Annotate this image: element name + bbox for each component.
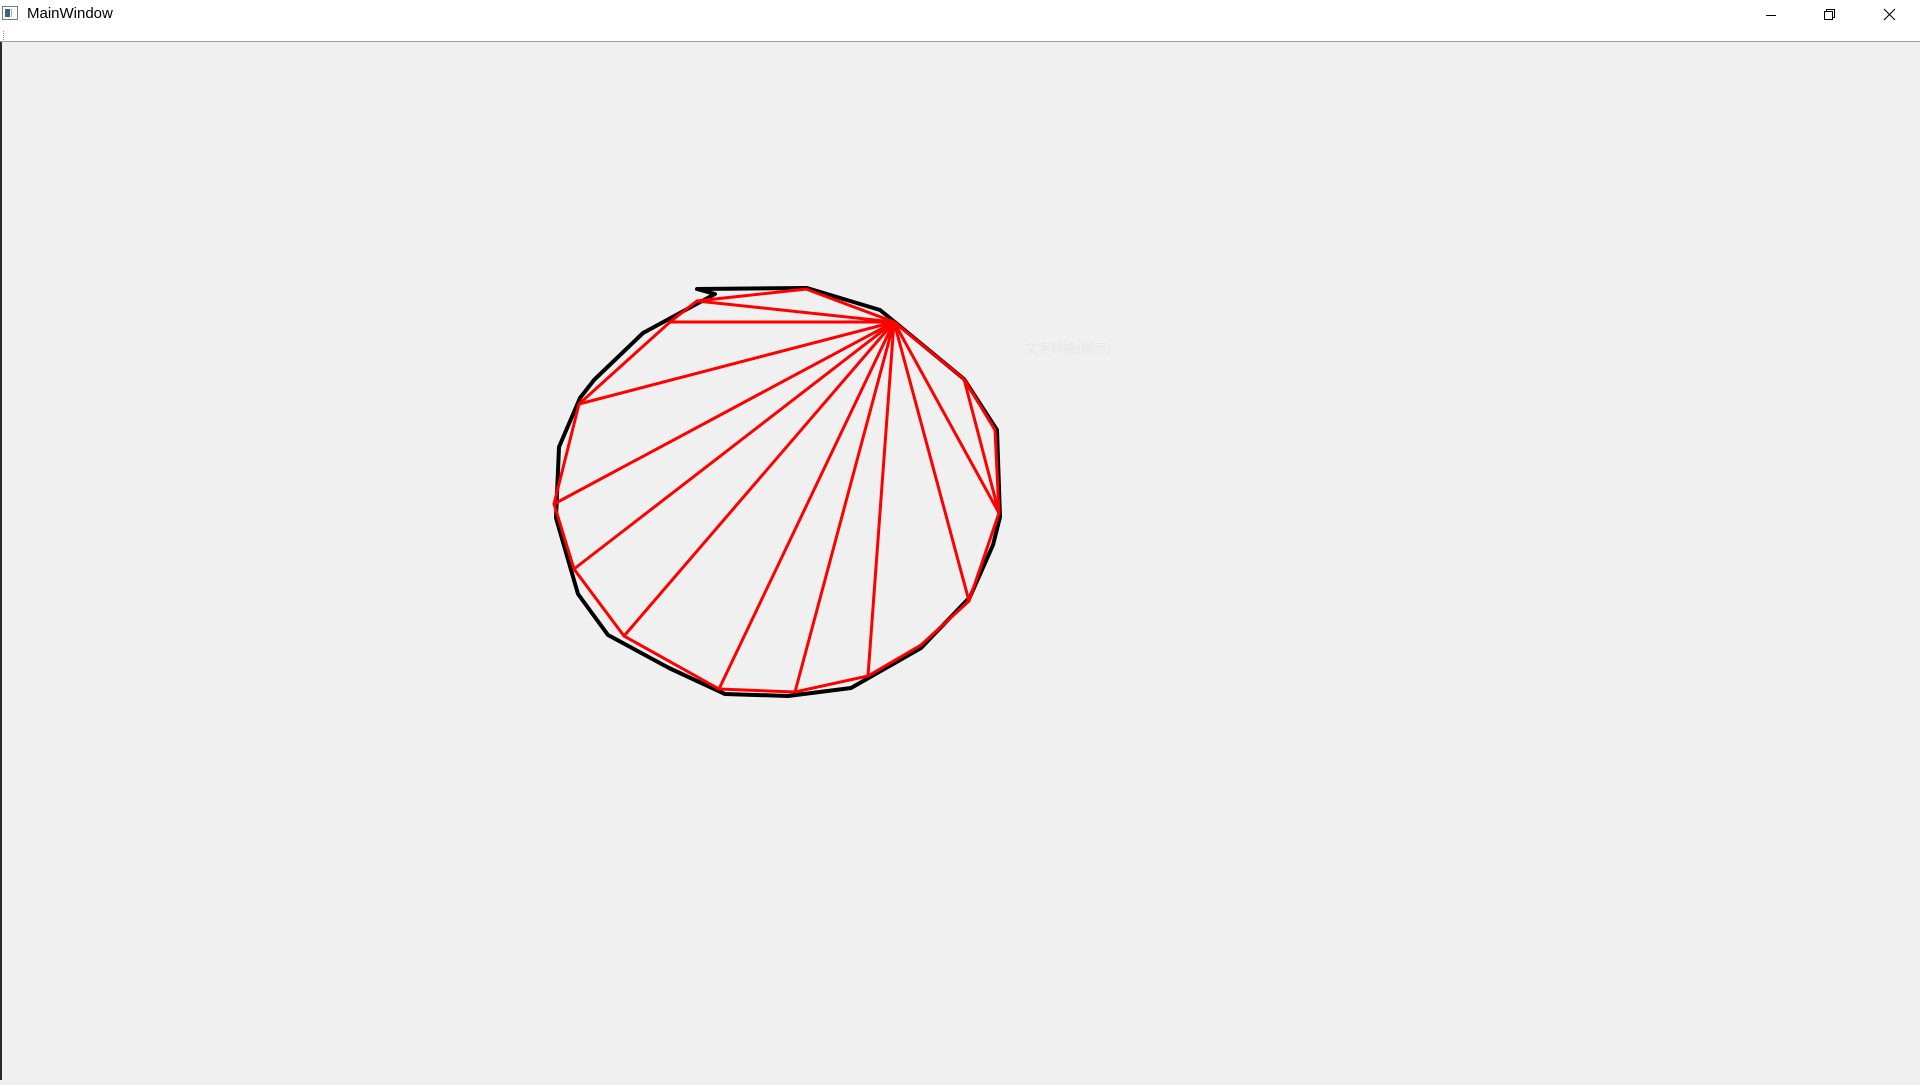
triangulation-fan [552,287,1001,694]
faint-hint-label: 文字转换(提示) [1024,341,1112,356]
menu-bar[interactable] [0,29,1920,42]
drawing-canvas[interactable]: 文字转换(提示) [0,42,1920,1080]
polygon-triangulation-drawing [552,286,1002,698]
toolbar-grip[interactable] [3,31,6,40]
title-bar[interactable]: MainWindow [0,0,1920,29]
maximize-button[interactable] [1800,0,1858,29]
minimize-button[interactable] [1742,0,1800,29]
minimize-icon [1766,14,1776,16]
window-title: MainWindow [27,5,113,22]
close-icon [1883,8,1895,21]
app-icon [2,6,18,20]
restore-icon [1823,9,1835,20]
close-button[interactable] [1858,0,1920,29]
